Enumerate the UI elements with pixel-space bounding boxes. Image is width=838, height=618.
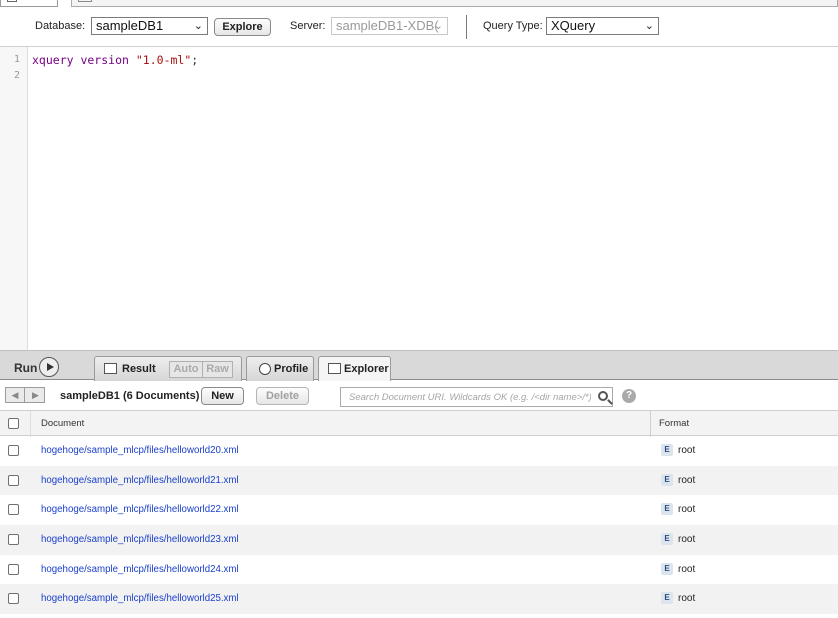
new-document-button[interactable]: New — [201, 387, 244, 405]
tab-profile[interactable]: Profile — [246, 356, 314, 381]
table-row: hogehoge/sample_mlcp/files/helloworld23.… — [0, 525, 838, 555]
clock-icon — [259, 363, 271, 375]
format-value: root — [678, 504, 696, 516]
column-divider — [30, 411, 31, 437]
server-select-value: sampleDB1-XDB( — [336, 18, 439, 33]
explorer-icon — [328, 363, 341, 374]
database-label: Database: — [35, 20, 86, 32]
format-value: root — [678, 474, 696, 486]
query-type-select[interactable]: XQuery ⌄ — [546, 17, 659, 35]
element-badge-icon: E — [661, 533, 673, 546]
delete-document-button: Delete — [256, 387, 309, 405]
table-header: Document Format — [0, 410, 838, 437]
prev-page-icon[interactable]: ◀ — [6, 388, 25, 402]
database-select-value: sampleDB1 — [96, 18, 164, 33]
row-checkbox[interactable] — [8, 563, 19, 575]
explorer-toolbar: ◀ ▶ sampleDB1 (6 Documents) New Delete ? — [0, 381, 838, 409]
document-link[interactable]: hogehoge/sample_mlcp/files/helloworld22.… — [41, 504, 239, 515]
tab-result[interactable]: Result Auto Raw — [94, 356, 242, 381]
next-page-icon[interactable]: ▶ — [26, 388, 45, 402]
results-panel-bar: Run Result Auto Raw Profile Explorer — [0, 350, 838, 382]
document-table: Document Format hogehoge/sample_mlcp/fil… — [0, 410, 838, 615]
row-checkbox[interactable] — [8, 593, 19, 605]
format-value: root — [678, 593, 696, 605]
tab-checkbox-icon — [7, 0, 17, 2]
auto-toggle[interactable]: Auto — [169, 361, 203, 378]
format-value: root — [678, 445, 696, 456]
run-label: Run — [14, 361, 38, 375]
element-badge-icon: E — [661, 473, 673, 486]
database-documents-title: sampleDB1 (6 Documents) — [60, 390, 200, 402]
tab-profile-label: Profile — [274, 363, 309, 375]
table-body: hogehoge/sample_mlcp/files/helloworld20.… — [0, 436, 838, 615]
tab-explorer[interactable]: Explorer — [318, 356, 391, 382]
column-header-format[interactable]: Format — [659, 418, 689, 429]
explore-button[interactable]: Explore — [214, 18, 271, 36]
line-number: 2 — [13, 70, 20, 81]
run-play-button[interactable] — [39, 357, 59, 377]
pager: ◀ ▶ — [5, 387, 45, 403]
document-search-box — [340, 387, 613, 407]
query-tab-inactive[interactable] — [71, 0, 838, 7]
chevron-down-icon: ⌄ — [433, 20, 443, 32]
top-tab-strip — [0, 0, 838, 8]
tab-doc-icon — [78, 0, 92, 2]
column-header-document[interactable]: Document — [41, 418, 84, 429]
query-tab[interactable] — [0, 0, 58, 7]
document-link[interactable]: hogehoge/sample_mlcp/files/helloworld20.… — [41, 445, 239, 456]
tab-result-label: Result — [122, 363, 156, 375]
tab-explorer-label: Explorer — [344, 363, 389, 375]
code-line-1[interactable]: xquery version "1.0-ml"; — [32, 53, 198, 67]
document-link[interactable]: hogehoge/sample_mlcp/files/helloworld25.… — [41, 593, 239, 604]
row-checkbox[interactable] — [8, 474, 19, 486]
row-checkbox[interactable] — [8, 445, 19, 456]
table-row: hogehoge/sample_mlcp/files/helloworld22.… — [0, 495, 838, 525]
query-toolbar: Database: sampleDB1 ⌄ Explore Server: sa… — [0, 14, 838, 40]
document-link[interactable]: hogehoge/sample_mlcp/files/helloworld24.… — [41, 564, 239, 575]
select-all-checkbox[interactable] — [8, 418, 19, 429]
query-type-select-value: XQuery — [551, 18, 596, 33]
server-select: sampleDB1-XDB( ⌄ — [331, 17, 448, 35]
column-divider — [650, 411, 651, 437]
chevron-down-icon: ⌄ — [644, 20, 654, 32]
raw-toggle[interactable]: Raw — [202, 361, 233, 378]
query-editor[interactable]: 1 2 xquery version "1.0-ml"; — [0, 46, 838, 351]
document-link[interactable]: hogehoge/sample_mlcp/files/helloworld23.… — [41, 534, 239, 545]
table-row: hogehoge/sample_mlcp/files/helloworld20.… — [0, 436, 838, 466]
element-badge-icon: E — [661, 503, 673, 516]
code-keyword: xquery version — [32, 53, 129, 67]
database-select[interactable]: sampleDB1 ⌄ — [91, 17, 208, 35]
server-label: Server: — [290, 20, 326, 32]
code-string: "1.0-ml" — [135, 53, 192, 67]
help-icon[interactable]: ? — [622, 389, 636, 403]
element-badge-icon: E — [661, 592, 673, 605]
element-badge-icon: E — [661, 444, 673, 456]
document-link[interactable]: hogehoge/sample_mlcp/files/helloworld21.… — [41, 475, 239, 486]
table-row: hogehoge/sample_mlcp/files/helloworld24.… — [0, 555, 838, 585]
result-icon — [104, 363, 117, 374]
table-row: hogehoge/sample_mlcp/files/helloworld25.… — [0, 584, 838, 615]
query-type-label: Query Type: — [483, 20, 543, 32]
chevron-down-icon: ⌄ — [193, 20, 203, 32]
format-value: root — [678, 563, 696, 575]
line-number-gutter: 1 2 — [0, 47, 28, 351]
row-checkbox[interactable] — [8, 504, 19, 516]
document-search-input[interactable] — [341, 388, 591, 406]
search-icon[interactable] — [598, 391, 608, 401]
table-row: hogehoge/sample_mlcp/files/helloworld21.… — [0, 465, 838, 496]
toolbar-divider — [466, 15, 467, 39]
element-badge-icon: E — [661, 562, 673, 575]
line-number: 1 — [13, 54, 20, 65]
format-value: root — [678, 534, 696, 546]
row-checkbox[interactable] — [8, 534, 19, 546]
code-terminator: ; — [191, 53, 199, 67]
